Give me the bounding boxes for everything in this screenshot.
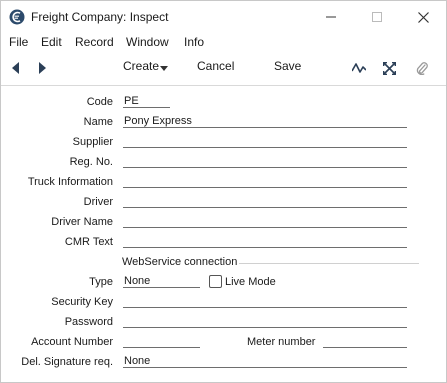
driver-name-label: Driver Name <box>51 216 113 228</box>
webservice-section-heading: WebService connection <box>122 256 238 268</box>
close-button[interactable] <box>403 5 443 29</box>
menu-bar: File Edit Record Window Info <box>1 33 446 51</box>
account-number-field[interactable] <box>123 335 200 348</box>
app-logo-icon <box>9 9 25 25</box>
type-field[interactable]: None <box>123 275 200 288</box>
cmr-text-label: CMR Text <box>64 236 113 248</box>
driver-name-field[interactable] <box>123 215 407 228</box>
live-mode-label: Live Mode <box>225 276 276 288</box>
create-dropdown-icon[interactable] <box>159 59 169 77</box>
supplier-label: Supplier <box>72 136 113 148</box>
driver-field[interactable] <box>123 195 407 208</box>
toolbar: Create Cancel Save <box>1 51 446 86</box>
code-label: Code <box>86 96 113 108</box>
next-record-icon[interactable] <box>33 59 51 77</box>
section-divider <box>239 263 419 264</box>
truck-information-field[interactable] <box>123 175 407 188</box>
cmr-text-field[interactable] <box>123 235 407 248</box>
security-key-label: Security Key <box>51 296 113 308</box>
create-button[interactable]: Create <box>123 59 159 73</box>
type-label: Type <box>89 276 113 288</box>
del-signature-req-field[interactable]: None <box>123 355 407 368</box>
supplier-field[interactable] <box>123 135 407 148</box>
reg-no-label: Reg. No. <box>69 156 113 168</box>
security-key-field[interactable] <box>123 295 407 308</box>
password-field[interactable] <box>123 315 407 328</box>
meter-number-field[interactable] <box>323 335 407 348</box>
inspect-form: Code PE Name Pony Express Supplier Reg. … <box>1 86 446 376</box>
activity-icon[interactable] <box>350 59 368 77</box>
driver-label: Driver <box>83 196 113 208</box>
previous-record-icon[interactable] <box>7 59 25 77</box>
cancel-button[interactable]: Cancel <box>197 59 234 73</box>
title-bar: Freight Company: Inspect <box>1 1 446 33</box>
meter-number-label: Meter number <box>247 336 316 348</box>
minimize-button[interactable] <box>311 5 351 29</box>
password-label: Password <box>64 316 113 328</box>
live-mode-checkbox[interactable] <box>209 275 222 288</box>
window-title: Freight Company: Inspect <box>31 10 169 24</box>
menu-edit[interactable]: Edit <box>41 35 62 49</box>
code-field[interactable]: PE <box>123 95 170 108</box>
maximize-button[interactable] <box>357 5 397 29</box>
attachment-icon[interactable] <box>413 59 431 77</box>
inspect-window: Freight Company: Inspect File Edit Recor… <box>0 0 447 383</box>
menu-window[interactable]: Window <box>126 35 169 49</box>
menu-record[interactable]: Record <box>75 35 114 49</box>
name-label: Name <box>83 116 113 128</box>
reg-no-field[interactable] <box>123 155 407 168</box>
save-button[interactable]: Save <box>274 59 301 73</box>
menu-file[interactable]: File <box>9 35 28 49</box>
truck-information-label: Truck Information <box>27 176 113 188</box>
name-field[interactable]: Pony Express <box>123 115 407 128</box>
account-number-label: Account Number <box>31 336 113 348</box>
menu-info[interactable]: Info <box>184 35 204 49</box>
del-signature-req-label: Del. Signature req. <box>21 356 113 368</box>
expand-icon[interactable] <box>380 59 398 77</box>
